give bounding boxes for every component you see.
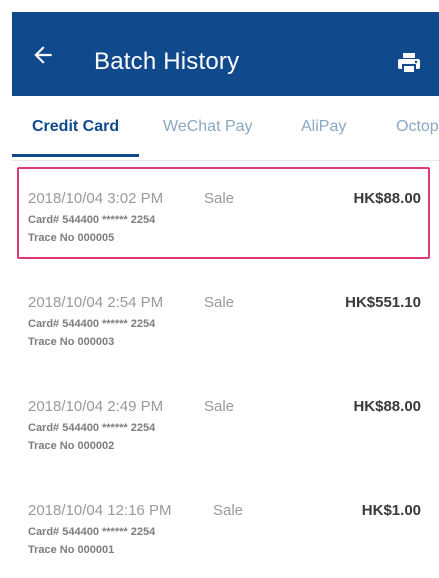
transaction-datetime: 2018/10/04 2:54 PM	[28, 294, 164, 311]
transaction-row[interactable]: 2018/10/04 12:16 PM Sale HK$1.00 Card# 5…	[12, 474, 439, 578]
page-title: Batch History	[94, 48, 240, 75]
transaction-trace: Trace No 000002	[28, 440, 115, 452]
tab-credit-card[interactable]: Credit Card	[32, 118, 119, 136]
arrow-left-icon[interactable]	[30, 42, 56, 68]
transaction-datetime: 2018/10/04 3:02 PM	[28, 190, 164, 207]
transaction-card: Card# 544400 ****** 2254	[28, 526, 156, 538]
transaction-amount: HK$88.00	[353, 398, 421, 415]
printer-icon[interactable]	[397, 52, 421, 74]
tab-wechat-pay[interactable]: WeChat Pay	[163, 118, 253, 136]
transaction-card: Card# 544400 ****** 2254	[28, 214, 156, 226]
transaction-amount: HK$1.00	[361, 502, 421, 519]
transaction-amount: HK$551.10	[345, 294, 421, 311]
transaction-row[interactable]: 2018/10/04 2:49 PM Sale HK$88.00 Card# 5…	[12, 370, 439, 475]
transaction-type: Sale	[204, 190, 235, 207]
transaction-card: Card# 544400 ****** 2254	[28, 422, 156, 434]
transaction-type: Sale	[204, 398, 235, 415]
transaction-type: Sale	[213, 502, 244, 519]
selection-highlight	[17, 167, 430, 259]
transaction-amount: HK$88.00	[353, 190, 421, 207]
transaction-datetime: 2018/10/04 2:49 PM	[28, 398, 164, 415]
transaction-datetime: 2018/10/04 12:16 PM	[28, 502, 172, 519]
transaction-row[interactable]: 2018/10/04 3:02 PM Sale HK$88.00 Card# 5…	[12, 162, 439, 267]
transaction-type: Sale	[204, 294, 235, 311]
app-header: Batch History	[12, 12, 439, 96]
active-tab-indicator	[12, 154, 139, 157]
transaction-row[interactable]: 2018/10/04 2:54 PM Sale HK$551.10 Card# …	[12, 266, 439, 371]
tab-bar: Credit Card WeChat Pay AliPay Octop	[12, 96, 439, 161]
tab-alipay[interactable]: AliPay	[301, 118, 346, 136]
transaction-card: Card# 544400 ****** 2254	[28, 318, 156, 330]
transaction-trace: Trace No 000001	[28, 544, 115, 556]
tab-octopus[interactable]: Octop	[396, 118, 439, 136]
transaction-trace: Trace No 000005	[28, 232, 115, 244]
transaction-trace: Trace No 000003	[28, 336, 115, 348]
